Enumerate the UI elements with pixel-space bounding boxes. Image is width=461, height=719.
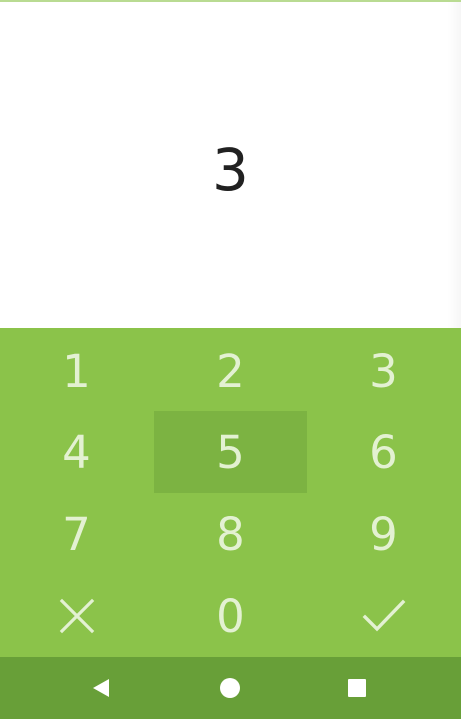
key-1[interactable]: 1 bbox=[0, 330, 153, 412]
key-4[interactable]: 4 bbox=[0, 411, 153, 493]
close-icon bbox=[59, 598, 94, 634]
system-navigation-bar bbox=[0, 657, 461, 719]
confirm-button[interactable] bbox=[307, 575, 460, 657]
key-0[interactable]: 0 bbox=[154, 575, 307, 657]
recents-square-icon bbox=[348, 679, 366, 697]
key-6[interactable]: 6 bbox=[307, 411, 460, 493]
key-7[interactable]: 7 bbox=[0, 493, 153, 575]
key-5[interactable]: 5 bbox=[154, 411, 307, 493]
key-3[interactable]: 3 bbox=[307, 330, 460, 412]
key-2[interactable]: 2 bbox=[154, 330, 307, 412]
keypad: 1 2 3 4 5 6 7 8 9 0 bbox=[0, 328, 461, 657]
display-area: 3 bbox=[0, 2, 461, 328]
key-8[interactable]: 8 bbox=[154, 493, 307, 575]
key-9[interactable]: 9 bbox=[307, 493, 460, 575]
display-value: 3 bbox=[212, 136, 249, 204]
back-button[interactable] bbox=[56, 657, 146, 719]
home-circle-icon bbox=[220, 678, 240, 698]
home-button[interactable] bbox=[185, 657, 275, 719]
back-triangle-icon bbox=[93, 679, 109, 697]
cancel-button[interactable] bbox=[0, 575, 153, 657]
number-picker-screen: 3 1 2 3 4 5 6 7 8 9 0 bbox=[0, 0, 461, 719]
check-icon bbox=[362, 599, 405, 632]
recents-button[interactable] bbox=[312, 657, 402, 719]
